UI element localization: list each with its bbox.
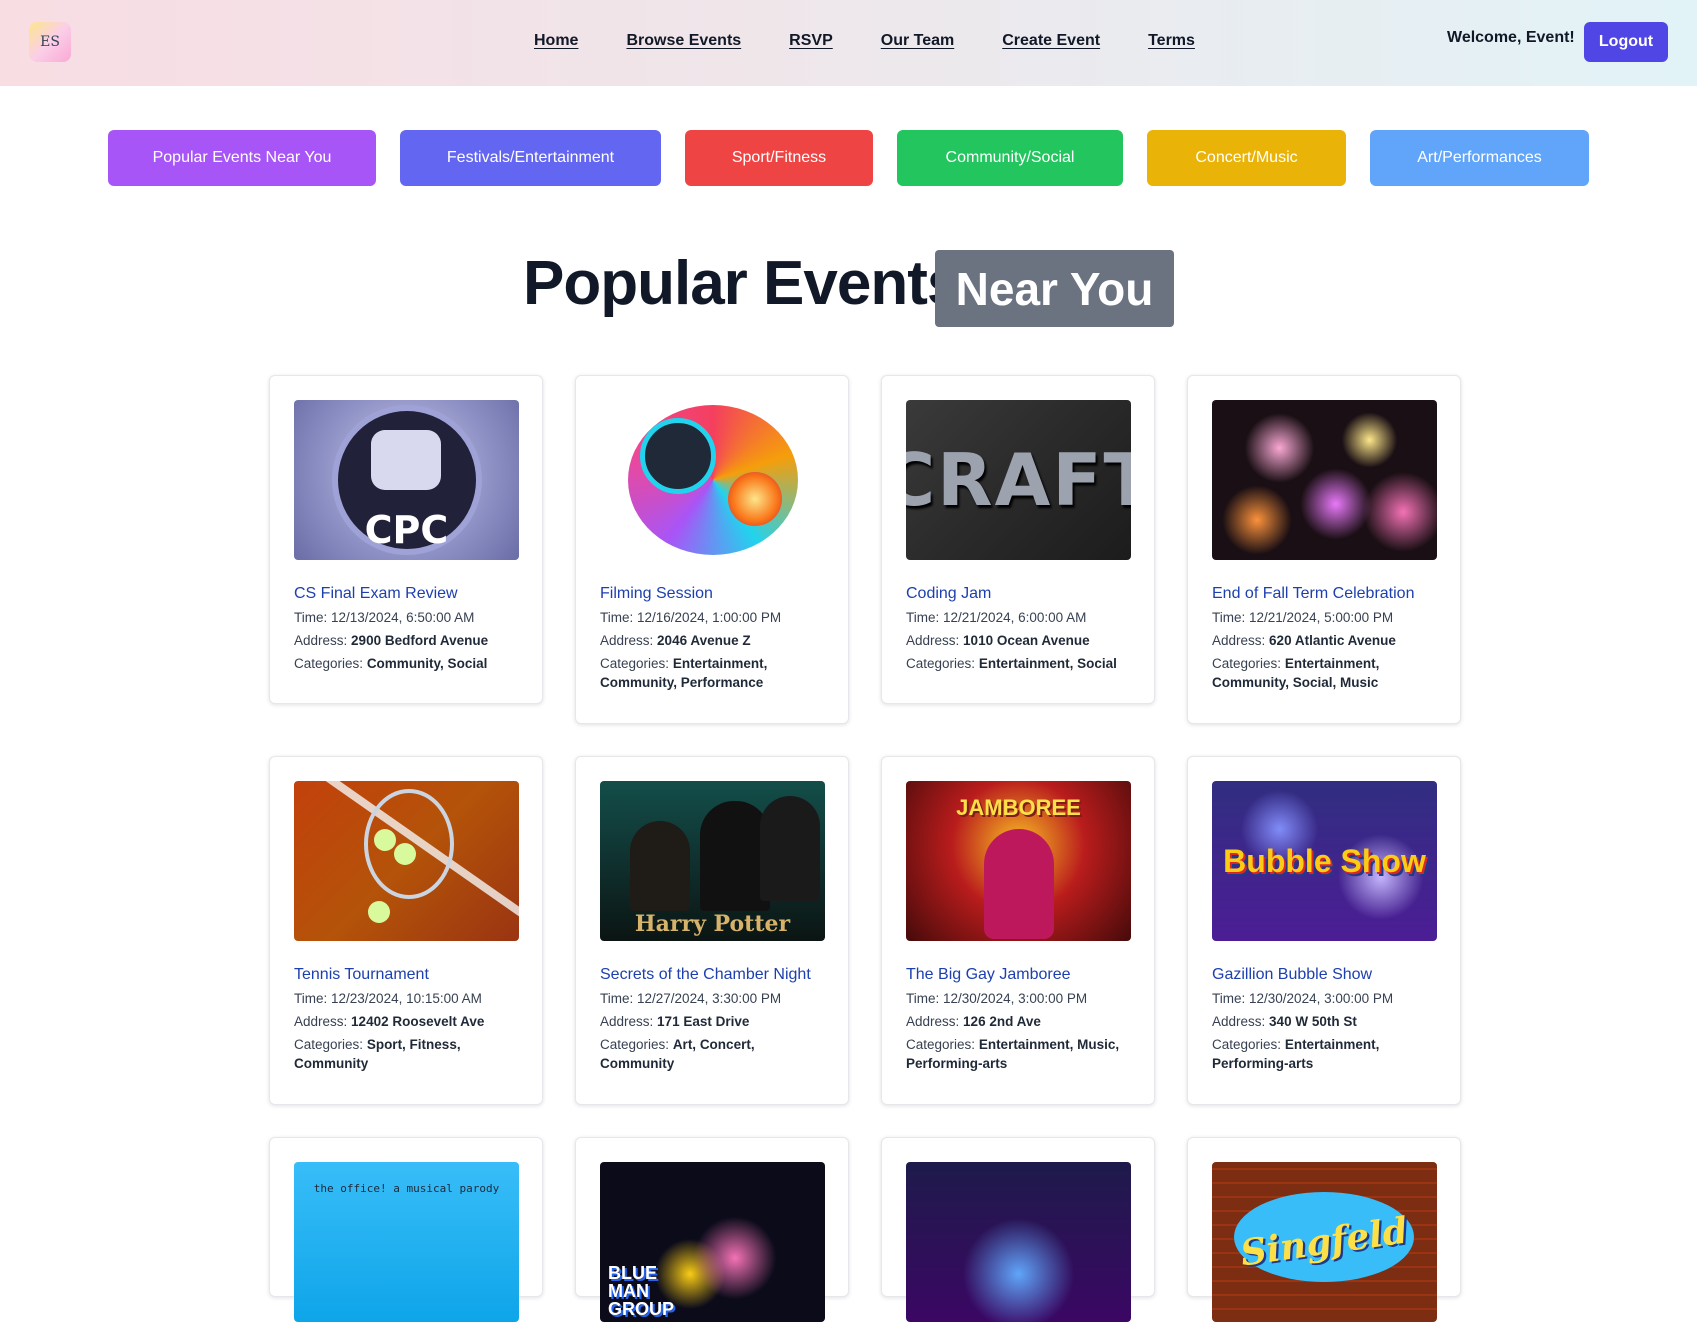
event-title[interactable]: Tennis Tournament <box>294 965 518 985</box>
category-art-button[interactable]: Art/Performances <box>1370 130 1589 186</box>
event-card[interactable]: Harry Potter Secrets of the Chamber Nigh… <box>575 756 849 1105</box>
event-address: Address: 1010 Ocean Avenue <box>906 633 1090 648</box>
event-image <box>906 1162 1131 1322</box>
event-image: Bubble Show <box>1212 781 1437 941</box>
category-label: Festivals/Entertainment <box>446 149 615 166</box>
event-address: Address: 2046 Avenue Z <box>600 633 751 648</box>
event-card[interactable]: End of Fall Term Celebration Time: 12/21… <box>1187 375 1461 724</box>
page-title: Popular Events <box>523 249 961 318</box>
category-label: Community/Social <box>945 149 1075 166</box>
category-community-button[interactable]: Community/Social <box>897 130 1123 186</box>
event-title[interactable]: The Big Gay Jamboree <box>906 965 1130 985</box>
event-time: Time: 12/27/2024, 3:30:00 PM <box>600 991 782 1006</box>
category-festivals-button[interactable]: Festivals/Entertainment <box>400 130 661 186</box>
event-image-text: CRAFT <box>906 438 1131 522</box>
nav-home-link[interactable]: Home <box>534 32 578 50</box>
event-image <box>1212 400 1437 560</box>
event-categories: Categories: Entertainment, Music, Perfor… <box>906 1037 1120 1071</box>
event-image: JAMBOREE <box>906 781 1131 941</box>
event-time: Time: 12/30/2024, 3:00:00 PM <box>1212 991 1394 1006</box>
event-image-text: CPC <box>364 508 449 552</box>
event-image-text: JAMBOREE <box>956 795 1081 820</box>
event-categories: Categories: Art, Concert, Community <box>600 1037 755 1071</box>
event-card[interactable]: CPC CS Final Exam Review Time: 12/13/202… <box>269 375 543 704</box>
event-card[interactable] <box>881 1137 1155 1322</box>
event-image: CRAFT <box>906 400 1131 560</box>
event-image-text: BLUE MAN GROUP <box>608 1263 675 1319</box>
event-title[interactable]: End of Fall Term Celebration <box>1212 584 1436 604</box>
category-label: Concert/Music <box>1195 149 1298 166</box>
event-time: Time: 12/23/2024, 10:15:00 AM <box>294 991 482 1006</box>
logout-button[interactable]: Logout <box>1584 22 1668 62</box>
event-title[interactable]: Gazillion Bubble Show <box>1212 965 1436 985</box>
event-image: Singfeld <box>1212 1162 1437 1322</box>
event-address: Address: 2900 Bedford Avenue <box>294 633 489 648</box>
category-popular-button[interactable]: Popular Events Near You <box>108 130 376 186</box>
event-image <box>294 781 519 941</box>
category-label: Art/Performances <box>1417 149 1542 166</box>
event-title[interactable]: CS Final Exam Review <box>294 584 518 604</box>
event-time: Time: 12/30/2024, 3:00:00 PM <box>906 991 1088 1006</box>
nav-create-event-link[interactable]: Create Event <box>1002 32 1100 50</box>
event-address: Address: 340 W 50th St <box>1212 1014 1357 1029</box>
category-sport-button[interactable]: Sport/Fitness <box>685 130 873 186</box>
event-address: Address: 12402 Roosevelt Ave <box>294 1014 485 1029</box>
nav-our-team-link[interactable]: Our Team <box>881 32 955 50</box>
category-concert-button[interactable]: Concert/Music <box>1147 130 1346 186</box>
event-time: Time: 12/21/2024, 6:00:00 AM <box>906 610 1087 625</box>
event-card[interactable]: Filming Session Time: 12/16/2024, 1:00:0… <box>575 375 849 724</box>
site-logo[interactable]: ES <box>29 22 71 62</box>
event-image: the office! a musical parody <box>294 1162 519 1322</box>
event-image <box>600 400 825 560</box>
event-image-text: the office! a musical parody <box>313 1182 500 1195</box>
event-categories: Categories: Community, Social <box>294 656 488 671</box>
nav-terms-link[interactable]: Terms <box>1148 32 1195 50</box>
event-image: Harry Potter <box>600 781 825 941</box>
event-card[interactable]: Singfeld <box>1187 1137 1461 1322</box>
event-categories: Categories: Sport, Fitness, Community <box>294 1037 461 1071</box>
event-categories: Categories: Entertainment, Performing-ar… <box>1212 1037 1380 1071</box>
event-image-text: Harry Potter <box>634 911 791 937</box>
event-title[interactable]: Coding Jam <box>906 584 1130 604</box>
event-title[interactable]: Secrets of the Chamber Night <box>600 965 824 985</box>
event-card[interactable]: the office! a musical parody <box>269 1137 543 1322</box>
event-image-text: Bubble Show <box>1223 842 1426 879</box>
event-card[interactable]: CRAFT Coding Jam Time: 12/21/2024, 6:00:… <box>881 375 1155 704</box>
nav-rsvp-link[interactable]: RSVP <box>789 32 833 50</box>
event-time: Time: 12/21/2024, 5:00:00 PM <box>1212 610 1394 625</box>
event-title[interactable]: Filming Session <box>600 584 824 604</box>
event-time: Time: 12/16/2024, 1:00:00 PM <box>600 610 782 625</box>
event-image: BLUE MAN GROUP <box>600 1162 825 1322</box>
nav-browse-events-link[interactable]: Browse Events <box>626 32 741 50</box>
event-categories: Categories: Entertainment, Community, Pe… <box>600 656 768 690</box>
event-address: Address: 620 Atlantic Avenue <box>1212 633 1396 648</box>
event-image: CPC <box>294 400 519 560</box>
event-address: Address: 126 2nd Ave <box>906 1014 1041 1029</box>
page-title-badge: Near You <box>935 250 1174 327</box>
category-label: Popular Events Near You <box>152 149 332 166</box>
welcome-text: Welcome, Event! <box>1447 29 1575 46</box>
category-label: Sport/Fitness <box>731 149 827 166</box>
event-card[interactable]: Tennis Tournament Time: 12/23/2024, 10:1… <box>269 756 543 1105</box>
main-nav: Home Browse Events RSVP Our Team Create … <box>534 32 1195 50</box>
event-card[interactable]: Bubble Show Gazillion Bubble Show Time: … <box>1187 756 1461 1105</box>
event-card[interactable]: BLUE MAN GROUP <box>575 1137 849 1322</box>
event-address: Address: 171 East Drive <box>600 1014 750 1029</box>
event-categories: Categories: Entertainment, Community, So… <box>1212 656 1380 690</box>
event-categories: Categories: Entertainment, Social <box>906 656 1117 671</box>
top-header: ES Home Browse Events RSVP Our Team Crea… <box>0 0 1697 86</box>
event-time: Time: 12/13/2024, 6:50:00 AM <box>294 610 475 625</box>
event-card[interactable]: JAMBOREE The Big Gay Jamboree Time: 12/3… <box>881 756 1155 1105</box>
